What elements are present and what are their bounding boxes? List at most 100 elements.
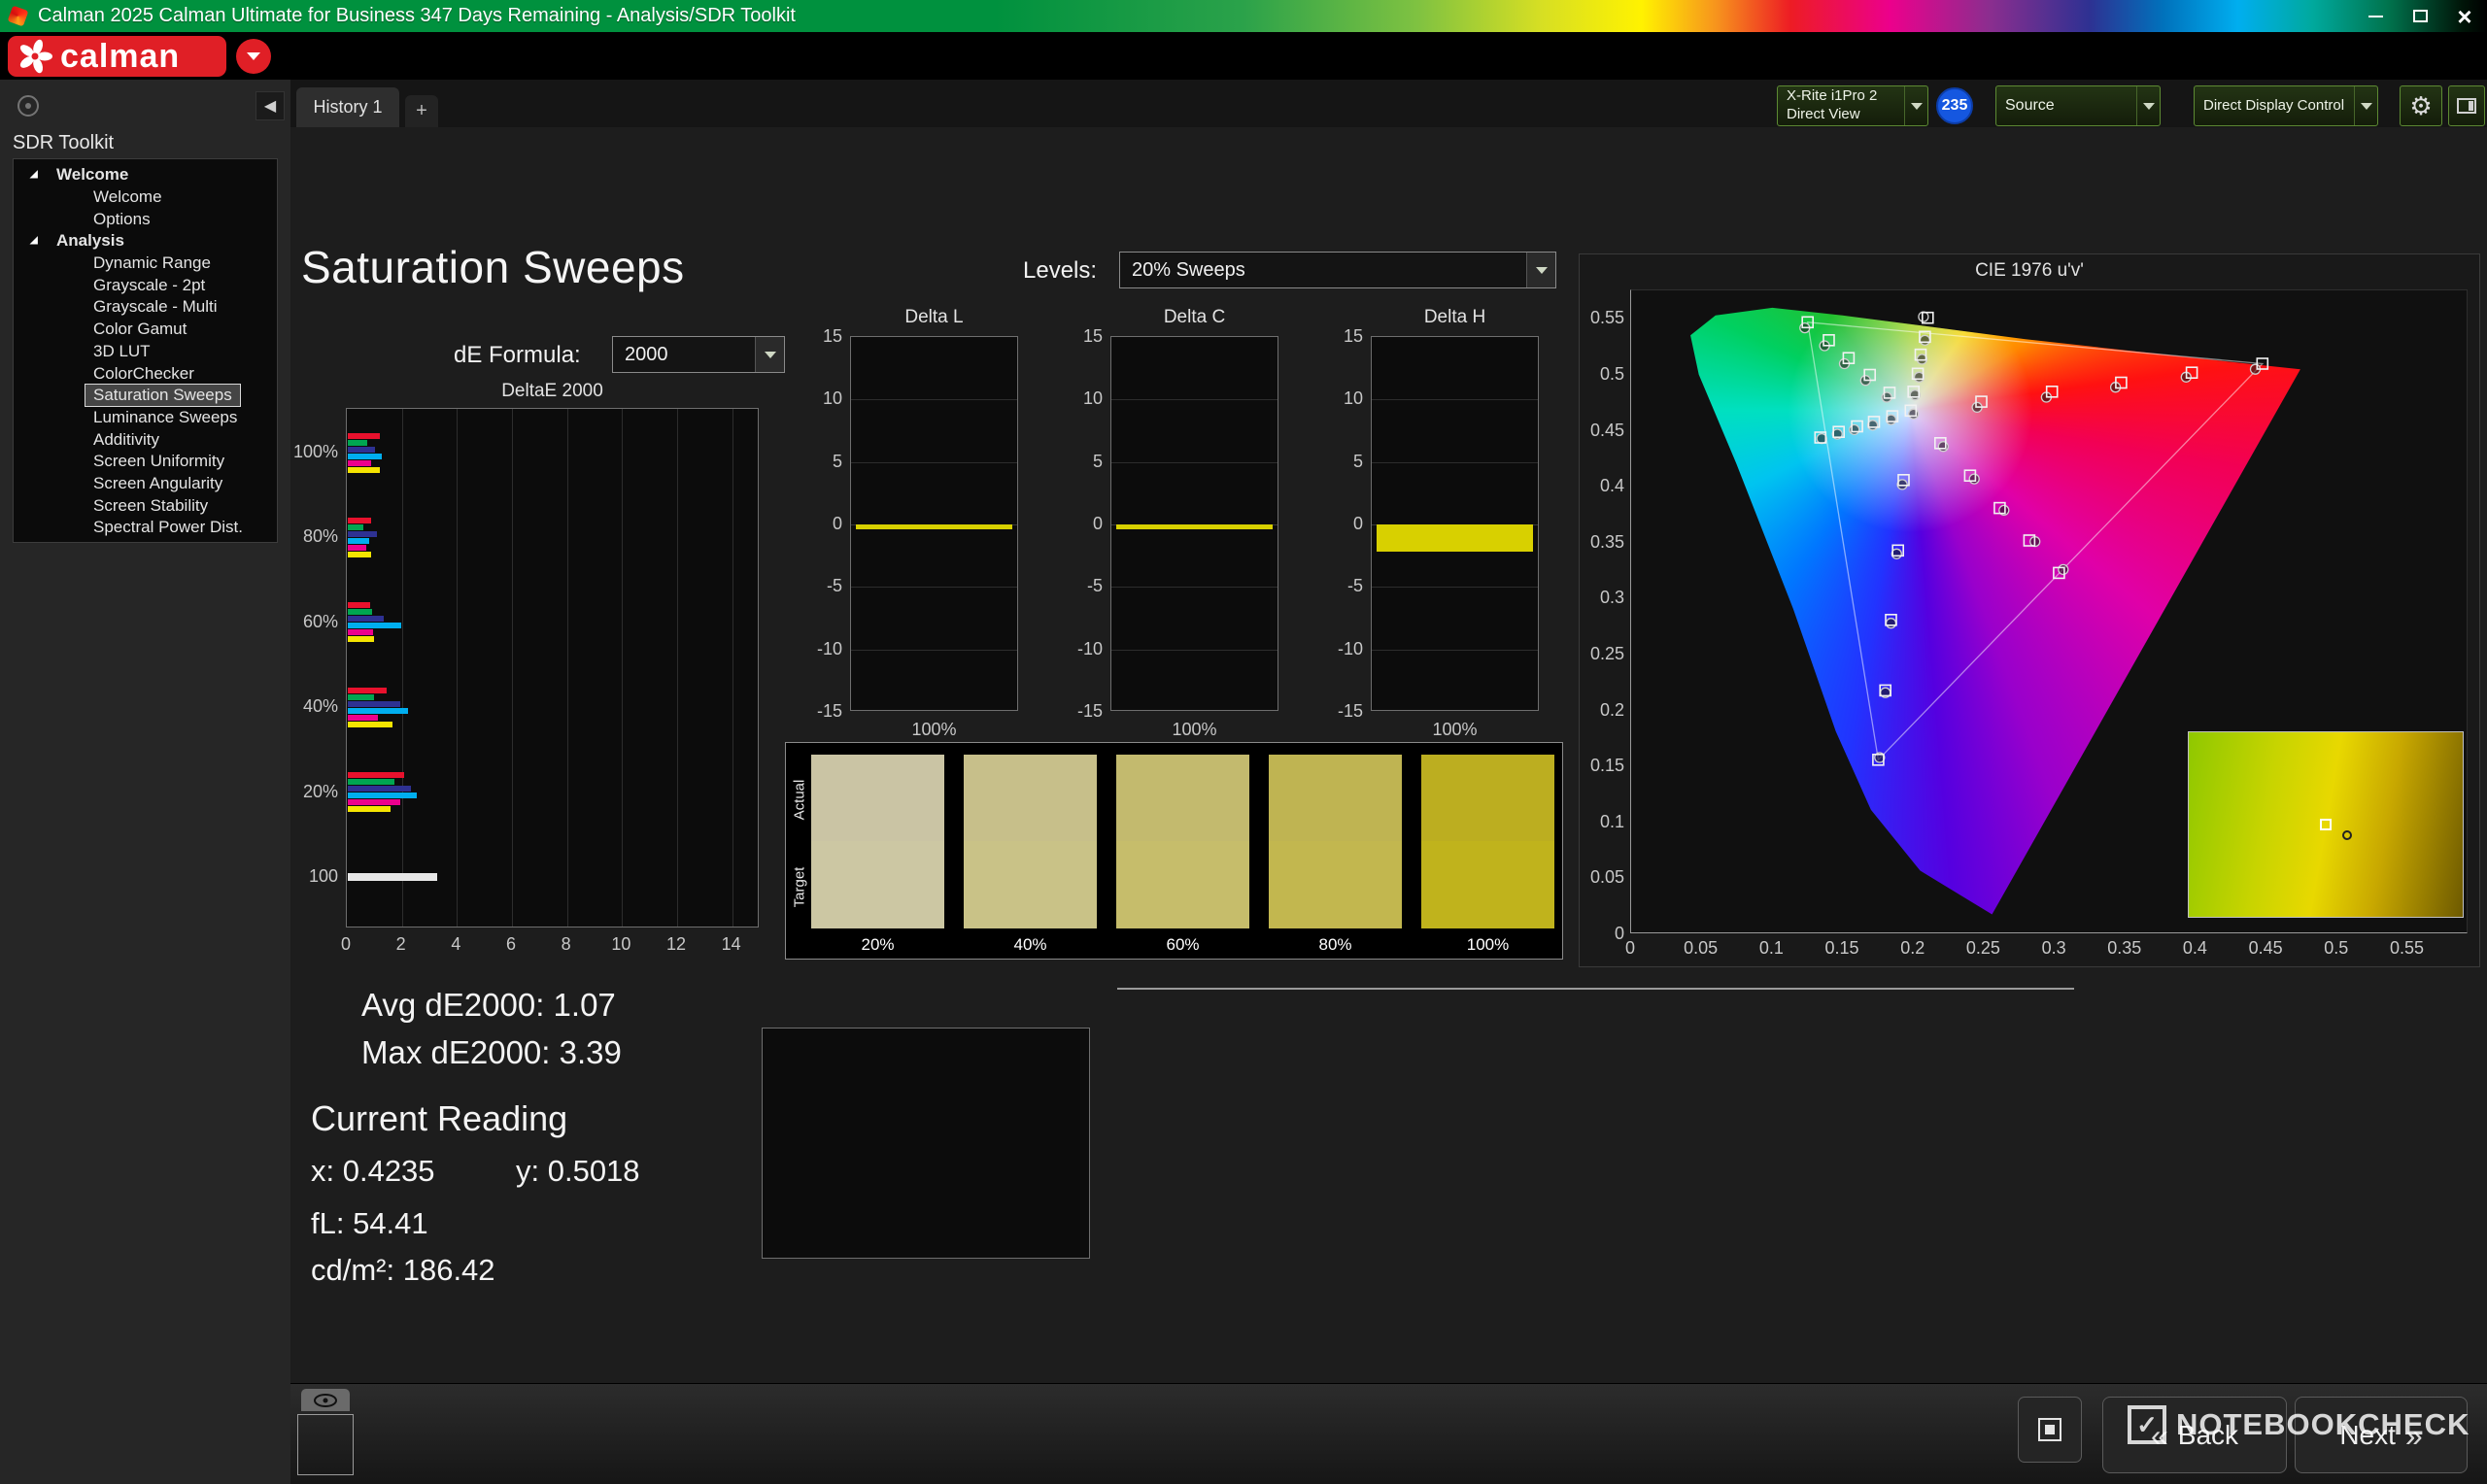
chart-title: Delta H (1371, 307, 1539, 328)
x-tick-label: 0.55 (2381, 937, 2432, 959)
deltae2000-plot (346, 408, 759, 928)
collapse-sidebar-button[interactable]: ◀ (256, 91, 285, 120)
bar (348, 806, 391, 812)
sidebar-item-colorchecker[interactable]: ColorChecker (14, 362, 277, 385)
layout-panel-button[interactable] (2448, 85, 2485, 126)
sidebar-item-spectral-power-dist[interactable]: Spectral Power Dist. (14, 517, 277, 539)
actual-target-swatches: Actual Target 20%40%60%80%100% (785, 742, 1563, 960)
expander-icon[interactable]: ◢ (30, 169, 38, 180)
y-tick-label: 0 (1582, 923, 1624, 944)
sidebar-item-grayscale-2pt[interactable]: Grayscale - 2pt (14, 274, 277, 296)
y-tick-label: 0 (1312, 513, 1363, 534)
sidebar-item-additivity[interactable]: Additivity (14, 428, 277, 451)
y-tick-label: 15 (1312, 325, 1363, 347)
target-icon[interactable] (17, 95, 39, 117)
next-button[interactable]: Next » (2295, 1397, 2468, 1473)
chevrons-left-icon: « (2151, 1420, 2168, 1451)
swatch-level-label: 40% (964, 928, 1097, 961)
sidebar-item-screen-stability[interactable]: Screen Stability (14, 494, 277, 517)
sidebar-item-screen-uniformity[interactable]: Screen Uniformity (14, 451, 277, 473)
bar (348, 616, 384, 622)
sidebar-item-color-gamut[interactable]: Color Gamut (14, 319, 277, 341)
minimize-button[interactable] (2353, 0, 2398, 32)
sidebar-item-screen-angularity[interactable]: Screen Angularity (14, 473, 277, 495)
avg-de2000: Avg dE2000: 1.07 (361, 987, 616, 1024)
delta-plot (1110, 336, 1278, 711)
x-tick-label: 2 (387, 933, 416, 955)
y-tick-label: 100% (282, 441, 338, 462)
sidebar-item-grayscale-multi[interactable]: Grayscale - Multi (14, 296, 277, 319)
chevron-down-icon (2354, 86, 2377, 125)
close-button[interactable]: × (2442, 0, 2487, 32)
sidebar-item-welcome[interactable]: Welcome (14, 186, 277, 209)
swatch-target-60 (1116, 841, 1249, 928)
cie-zoom-inset (2188, 731, 2464, 918)
bar (348, 440, 367, 446)
y-tick-label: -5 (1052, 575, 1103, 596)
y-tick-label: 15 (1052, 325, 1103, 347)
back-button[interactable]: « Back (2102, 1397, 2287, 1473)
delta-plot (850, 336, 1018, 711)
sidebar-item-label: Dynamic Range (85, 253, 219, 274)
meter-count-badge: 235 (1936, 87, 1973, 124)
bar (348, 786, 411, 792)
x-tick-label: 0.05 (1676, 937, 1726, 959)
chevron-down-icon (1526, 253, 1555, 287)
sidebar: ◀ SDR Toolkit ◢WelcomeWelcomeOptions◢Ana… (0, 80, 290, 1484)
current-patch-swatch[interactable] (297, 1414, 354, 1475)
rgb-balance-plot (762, 1028, 1090, 1259)
x-tick-label: 4 (441, 933, 470, 955)
sidebar-item-label: Screen Uniformity (85, 451, 232, 472)
x-axis-label: 100% (1371, 719, 1539, 740)
target-marker (2320, 819, 2332, 830)
tab-history-1[interactable]: History 1 (296, 87, 399, 127)
gridline (677, 409, 678, 927)
pattern-window-button[interactable] (2018, 1397, 2082, 1463)
de-formula-dropdown[interactable]: 2000 (612, 336, 785, 373)
sidebar-item-luminance-sweeps[interactable]: Luminance Sweeps (14, 407, 277, 429)
source-dropdown[interactable]: Source (1995, 85, 2161, 126)
window-title: Calman 2025 Calman Ultimate for Business… (38, 5, 796, 27)
bar (348, 524, 363, 530)
bar (348, 609, 372, 615)
app-icon (8, 6, 29, 27)
display-control-dropdown[interactable]: Direct Display Control (2194, 85, 2378, 126)
panel-icon (2457, 98, 2476, 114)
settings-button[interactable]: ⚙ (2400, 85, 2442, 126)
levels-value: 20% Sweeps (1120, 259, 1526, 282)
sidebar-item-analysis[interactable]: ◢Analysis (14, 230, 277, 253)
preview-eye-button[interactable] (301, 1389, 350, 1411)
delta-bar (1377, 524, 1533, 552)
page-title: Saturation Sweeps (301, 241, 685, 293)
y-tick-label: 60% (282, 611, 338, 632)
cie-point-measured (1882, 392, 1891, 402)
gridline (851, 587, 1017, 588)
expander-icon[interactable]: ◢ (30, 235, 38, 246)
y-tick-label: 15 (792, 325, 842, 347)
gridline (1111, 462, 1278, 463)
x-tick-label: 8 (552, 933, 581, 955)
window-controls: × (2353, 0, 2487, 32)
cie-chart-panel: CIE 1976 u'v' 00.050.10.150.20.250.30.35… (1579, 253, 2480, 967)
levels-dropdown[interactable]: 20% Sweeps (1119, 252, 1556, 288)
chevrons-right-icon: » (2405, 1420, 2423, 1451)
gridline (1372, 462, 1538, 463)
sidebar-item-welcome[interactable]: ◢Welcome (14, 164, 277, 186)
brand-menu-button[interactable] (236, 39, 271, 74)
sidebar-item-options[interactable]: Options (14, 208, 277, 230)
bar (348, 531, 377, 537)
sidebar-item-dynamic-range[interactable]: Dynamic Range (14, 253, 277, 275)
add-tab-button[interactable]: + (405, 95, 438, 127)
sidebar-item-label: Additivity (85, 429, 167, 451)
cie-point-measured (1850, 424, 1859, 434)
y-tick-label: 10 (1312, 388, 1363, 409)
chart-title: Delta C (1110, 307, 1278, 328)
bar (348, 623, 401, 628)
y-tick-label: 0.1 (1582, 811, 1624, 832)
meter-dropdown[interactable]: X-Rite i1Pro 2 Direct View (1777, 85, 1928, 126)
sidebar-item-3d-lut[interactable]: 3D LUT (14, 341, 277, 363)
maximize-button[interactable] (2398, 0, 2442, 32)
sidebar-item-saturation-sweeps[interactable]: Saturation Sweeps (14, 385, 277, 407)
source-label: Source (1996, 96, 2136, 116)
x-tick-label: 6 (496, 933, 526, 955)
